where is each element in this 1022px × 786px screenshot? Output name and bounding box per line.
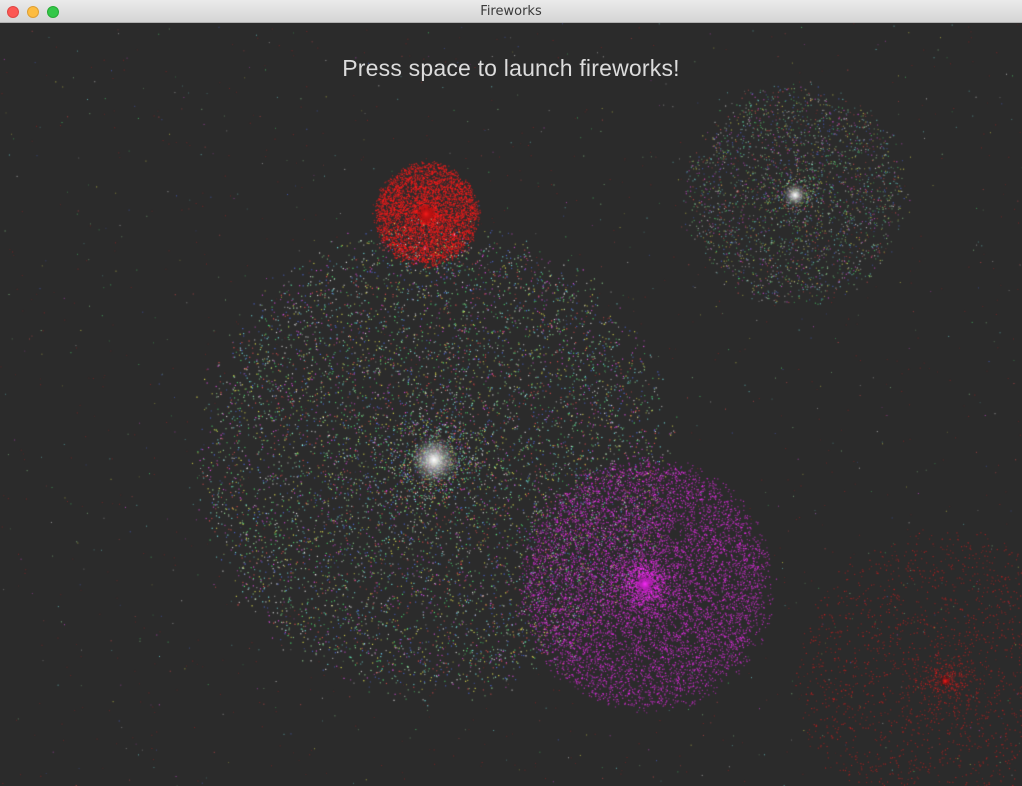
window-title: Fireworks <box>480 4 542 19</box>
fireworks-canvas-area[interactable]: Press space to launch fireworks! <box>0 23 1022 786</box>
fireworks-canvas[interactable] <box>0 23 1022 786</box>
fireworks-window: Fireworks Press space to launch firework… <box>0 0 1022 786</box>
title-bar[interactable]: Fireworks <box>0 0 1022 23</box>
launch-instructions: Press space to launch fireworks! <box>342 55 680 81</box>
